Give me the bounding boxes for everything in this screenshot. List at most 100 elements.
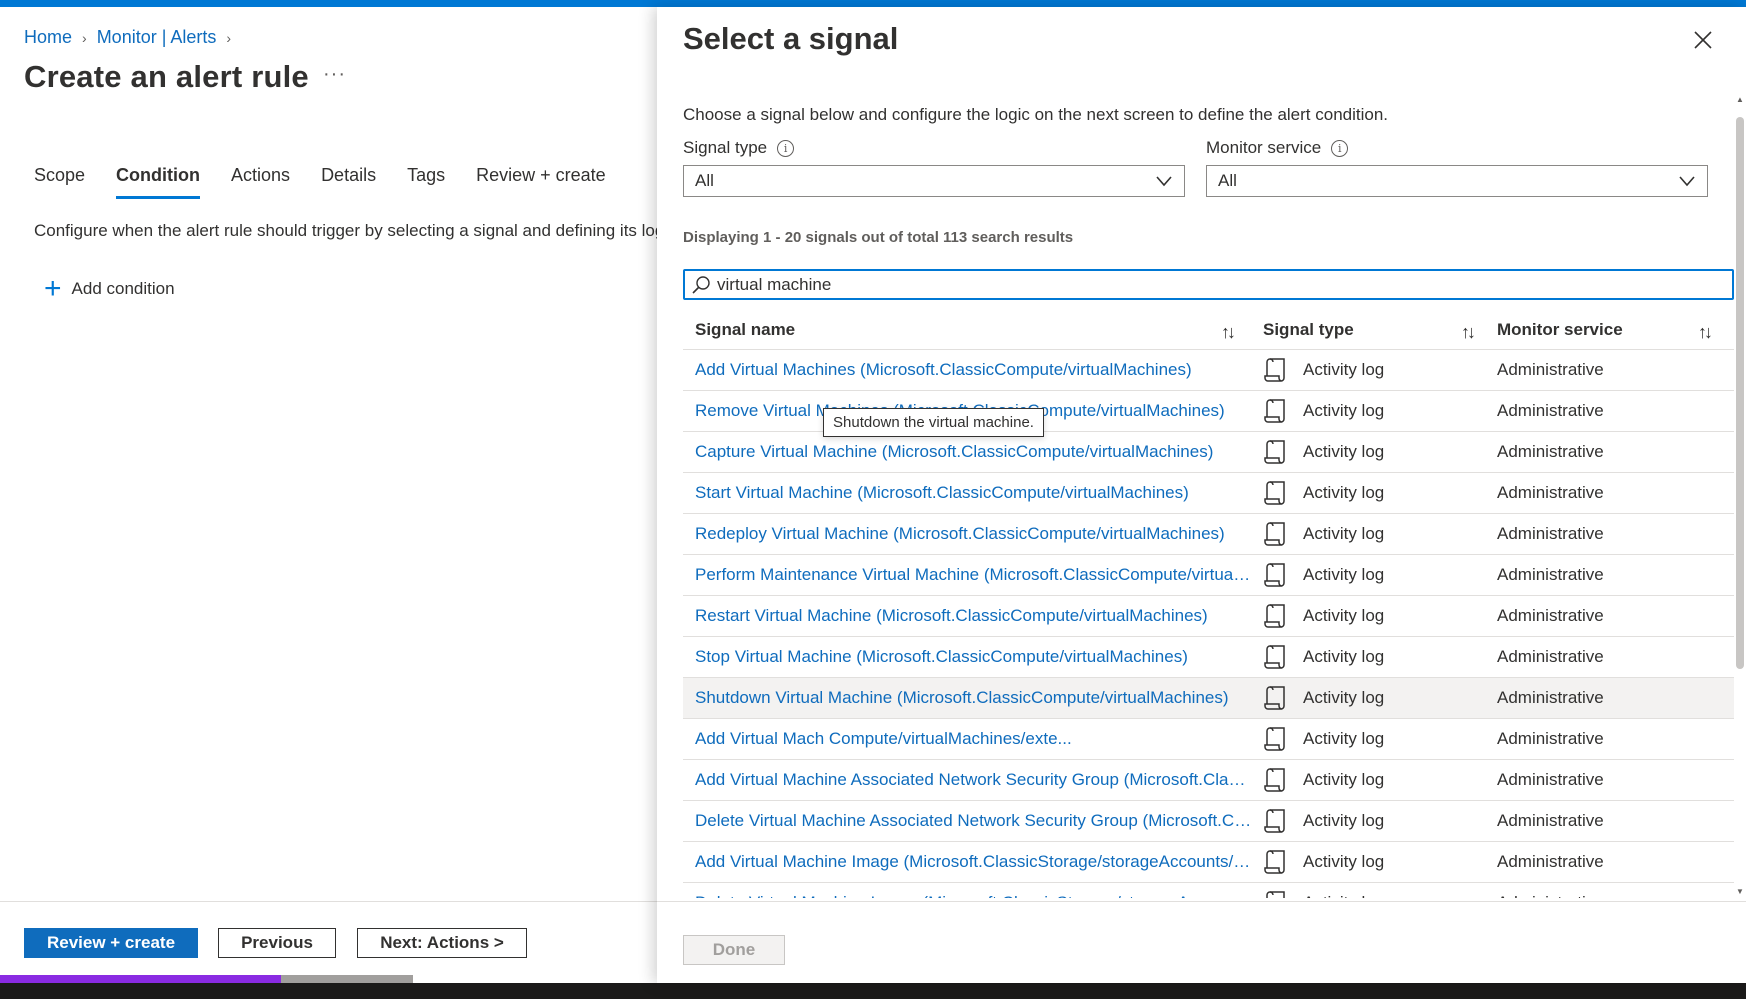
- search-icon: [692, 275, 710, 294]
- condition-description: Configure when the alert rule should tri…: [34, 221, 657, 240]
- signal-type-cell: Activity log: [1263, 479, 1497, 507]
- signal-type-dropdown[interactable]: All: [683, 165, 1185, 197]
- tab-condition[interactable]: Condition: [116, 165, 201, 199]
- monitor-service-label: Monitor service i: [1206, 138, 1349, 158]
- monitor-service-cell: Administrative: [1497, 401, 1604, 420]
- table-row[interactable]: Add Virtual Machine Image (Microsoft.Cla…: [683, 842, 1734, 883]
- signal-type-cell: Activity log: [1263, 520, 1497, 548]
- signal-name-link[interactable]: Add Virtual Mach Compute/virtualMachines…: [683, 729, 1263, 749]
- signal-type-cell: Activity log: [1263, 356, 1497, 384]
- sort-icon[interactable]: ↑↓: [1221, 322, 1236, 343]
- breadcrumb-monitor-alerts[interactable]: Monitor | Alerts: [97, 27, 217, 48]
- top-accent-bar: [0, 0, 1746, 7]
- signal-name-link[interactable]: Capture Virtual Machine (Microsoft.Class…: [683, 442, 1263, 462]
- done-button[interactable]: Done: [683, 935, 785, 965]
- info-icon[interactable]: i: [1331, 139, 1349, 157]
- chevron-right-icon: ›: [226, 29, 232, 46]
- tab-tags[interactable]: Tags: [407, 165, 445, 199]
- activity-log-icon: [1264, 850, 1285, 874]
- tooltip: Shutdown the virtual machine.: [823, 408, 1044, 437]
- page-title: Create an alert rule: [24, 59, 309, 94]
- signal-type-text: Activity log: [1303, 565, 1385, 584]
- monitor-service-cell: Administrative: [1497, 483, 1604, 502]
- signal-type-cell: Activity log: [1263, 602, 1497, 630]
- table-row[interactable]: Restart Virtual Machine (Microsoft.Class…: [683, 596, 1734, 637]
- monitor-service-cell: Administrative: [1497, 606, 1604, 625]
- close-icon[interactable]: [1692, 29, 1714, 51]
- signal-name-link[interactable]: Start Virtual Machine (Microsoft.Classic…: [683, 483, 1263, 503]
- activity-log-icon: [1264, 727, 1285, 751]
- previous-button[interactable]: Previous: [218, 928, 336, 958]
- signal-type-text: Activity log: [1303, 893, 1384, 898]
- monitor-service-cell: Administrative: [1497, 811, 1604, 830]
- signal-name-link[interactable]: Shutdown Virtual Machine (Microsoft.Clas…: [683, 688, 1263, 708]
- table-row[interactable]: Perform Maintenance Virtual Machine (Mic…: [683, 555, 1734, 596]
- breadcrumb: Home › Monitor | Alerts ›: [24, 27, 231, 48]
- activity-log-icon: [1264, 440, 1285, 464]
- info-icon[interactable]: i: [777, 139, 795, 157]
- signal-type-cell: Activity log: [1263, 643, 1497, 671]
- table-row[interactable]: Add Virtual Machines (Microsoft.ClassicC…: [683, 350, 1734, 391]
- add-condition-label: Add condition: [71, 279, 175, 298]
- table-row[interactable]: Stop Virtual Machine (Microsoft.ClassicC…: [683, 637, 1734, 678]
- activity-log-icon: [1264, 399, 1285, 423]
- table-row[interactable]: Delete Virtual Machine Associated Networ…: [683, 801, 1734, 842]
- signal-type-text: Activity log: [1303, 606, 1385, 625]
- tab-scope[interactable]: Scope: [34, 165, 85, 199]
- signal-type-cell: Activity log: [1263, 725, 1497, 753]
- monitor-service-cell: Administrative: [1497, 770, 1604, 789]
- activity-log-icon: [1264, 522, 1285, 546]
- signal-type-text: Activity log: [1303, 442, 1385, 461]
- search-box[interactable]: [683, 269, 1734, 300]
- grid-header: Signal name ↑↓ Signal type ↑↓ Monitor se…: [683, 310, 1734, 350]
- review-create-button[interactable]: Review + create: [24, 928, 198, 958]
- signal-type-text: Activity log: [1303, 811, 1385, 830]
- signal-name-link[interactable]: Add Virtual Machine Image (Microsoft.Cla…: [683, 852, 1263, 872]
- header-signal-type[interactable]: Signal type ↑↓: [1263, 320, 1497, 343]
- more-options-icon[interactable]: ···: [323, 63, 346, 86]
- signal-name-link[interactable]: Delete Virtual Machine Image (Microsoft.…: [683, 893, 1263, 898]
- signal-name-link[interactable]: Perform Maintenance Virtual Machine (Mic…: [683, 565, 1263, 585]
- add-condition-button[interactable]: + Add condition: [44, 274, 175, 304]
- monitor-service-dropdown[interactable]: All: [1206, 165, 1708, 197]
- breadcrumb-home[interactable]: Home: [24, 27, 72, 48]
- table-row[interactable]: Start Virtual Machine (Microsoft.Classic…: [683, 473, 1734, 514]
- tab-details[interactable]: Details: [321, 165, 376, 199]
- table-row[interactable]: Add Virtual Machine Associated Network S…: [683, 760, 1734, 801]
- table-row[interactable]: Add Virtual Mach Compute/virtualMachines…: [683, 719, 1734, 760]
- tab-review-create[interactable]: Review + create: [476, 165, 606, 199]
- signal-name-link[interactable]: Add Virtual Machines (Microsoft.ClassicC…: [683, 360, 1263, 380]
- search-input[interactable]: [717, 274, 1717, 295]
- header-monitor-service[interactable]: Monitor service ↑↓: [1497, 320, 1734, 343]
- signal-name-link[interactable]: Redeploy Virtual Machine (Microsoft.Clas…: [683, 524, 1263, 544]
- monitor-service-cell: Administrative: [1497, 647, 1604, 666]
- table-row[interactable]: Shutdown Virtual Machine (Microsoft.Clas…: [683, 678, 1734, 719]
- scroll-down-icon[interactable]: ▼: [1736, 887, 1744, 896]
- table-row[interactable]: Delete Virtual Machine Image (Microsoft.…: [683, 883, 1734, 898]
- monitor-service-value: All: [1218, 171, 1237, 190]
- signal-type-cell: Activity log: [1263, 438, 1497, 466]
- table-row[interactable]: Capture Virtual Machine (Microsoft.Class…: [683, 432, 1734, 473]
- signal-name-link[interactable]: Add Virtual Machine Associated Network S…: [683, 770, 1263, 790]
- header-signal-name[interactable]: Signal name ↑↓: [683, 320, 1263, 343]
- signal-name-link[interactable]: Stop Virtual Machine (Microsoft.ClassicC…: [683, 647, 1263, 667]
- signal-type-text: Activity log: [1303, 401, 1385, 420]
- activity-log-icon: [1264, 768, 1285, 792]
- signal-type-cell: Activity log: [1263, 397, 1497, 425]
- sort-icon[interactable]: ↑↓: [1698, 322, 1713, 343]
- signal-type-cell: Activity log: [1263, 848, 1497, 876]
- scroll-up-icon[interactable]: ▲: [1736, 95, 1744, 104]
- activity-log-icon: [1266, 891, 1285, 898]
- signal-name-link[interactable]: Restart Virtual Machine (Microsoft.Class…: [683, 606, 1263, 626]
- table-row[interactable]: Redeploy Virtual Machine (Microsoft.Clas…: [683, 514, 1734, 555]
- activity-log-icon: [1264, 645, 1285, 669]
- tab-actions[interactable]: Actions: [231, 165, 290, 199]
- bottom-bar: [0, 983, 1746, 999]
- signal-name-link[interactable]: Delete Virtual Machine Associated Networ…: [683, 811, 1263, 831]
- monitor-service-cell: Administrative: [1497, 893, 1734, 898]
- signal-type-text: Activity log: [1303, 647, 1385, 666]
- sort-icon[interactable]: ↑↓: [1461, 322, 1476, 343]
- next-actions-button[interactable]: Next: Actions >: [357, 928, 527, 958]
- scrollbar-thumb[interactable]: [1736, 117, 1744, 669]
- signal-type-label-text: Signal type: [683, 138, 768, 157]
